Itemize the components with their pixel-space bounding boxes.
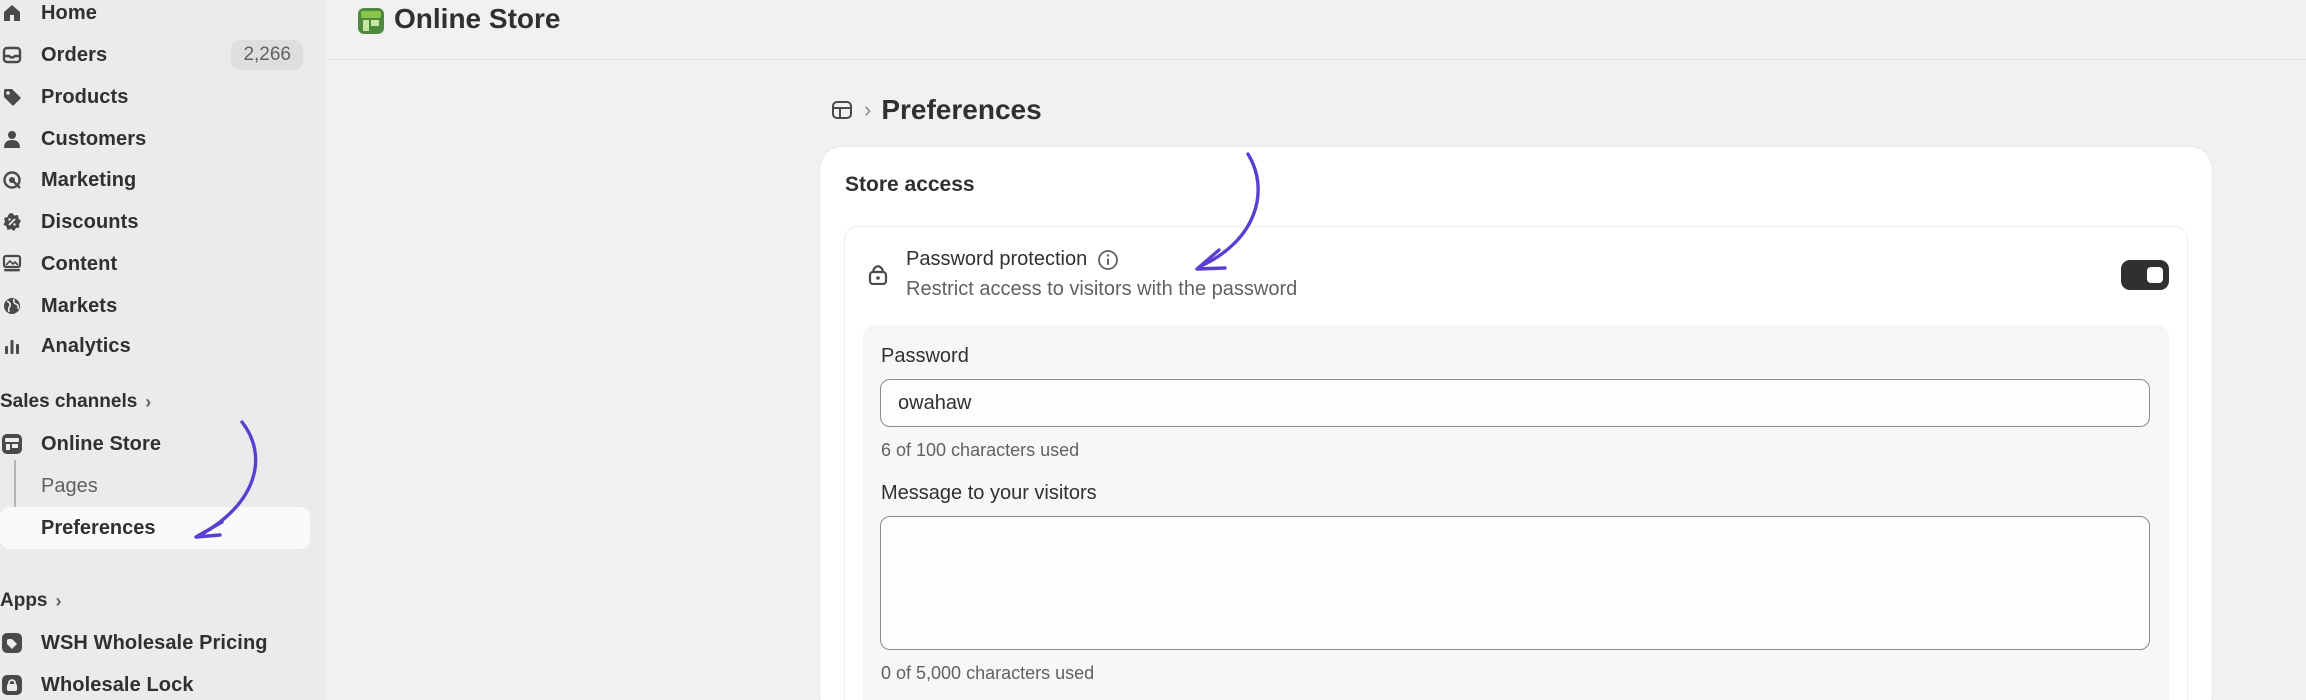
home-icon xyxy=(0,1,24,25)
bar-chart-icon xyxy=(0,334,24,358)
password-protection-title: Password protection xyxy=(906,248,1088,270)
password-input[interactable] xyxy=(880,379,2150,427)
message-textarea[interactable] xyxy=(880,516,2150,650)
app-lock-icon xyxy=(0,673,24,697)
sidebar-item-label: Orders xyxy=(41,43,108,66)
sidebar: Home Orders 2,266 Products Customers Mar… xyxy=(0,0,326,700)
apps-heading[interactable]: Apps › xyxy=(0,586,62,616)
sidebar-item-markets[interactable]: Markets xyxy=(0,286,310,326)
chevron-right-icon: › xyxy=(55,590,62,611)
sidebar-item-marketing[interactable]: Marketing xyxy=(0,160,310,200)
sidebar-item-orders[interactable]: Orders 2,266 xyxy=(0,35,310,75)
sales-channels-heading[interactable]: Sales channels › xyxy=(0,387,151,417)
password-char-count: 6 of 100 characters used xyxy=(881,440,1080,460)
storefront-icon xyxy=(0,432,24,456)
sidebar-item-label: Wholesale Lock xyxy=(41,673,194,696)
person-icon xyxy=(0,127,24,151)
tag-icon xyxy=(0,85,24,109)
sidebar-item-label: Content xyxy=(41,252,118,275)
sidebar-item-customers[interactable]: Customers xyxy=(0,119,310,159)
sidebar-item-label: WSH Wholesale Pricing xyxy=(41,631,268,654)
sidebar-item-label: Pages xyxy=(41,474,98,497)
app-tag-icon xyxy=(0,631,24,655)
app-window: Home Orders 2,266 Products Customers Mar… xyxy=(0,0,2306,700)
chevron-right-icon: › xyxy=(145,391,152,412)
password-protection-panel: Password protection Restrict access to v… xyxy=(844,226,2188,700)
target-icon xyxy=(0,168,24,192)
store-layout-icon[interactable] xyxy=(830,98,854,122)
card-title: Store access xyxy=(845,173,975,196)
sidebar-item-label: Home xyxy=(41,1,97,24)
sidebar-item-label: Preferences xyxy=(41,516,156,539)
message-label: Message to your visitors xyxy=(881,482,1097,504)
message-char-count: 0 of 5,000 characters used xyxy=(881,663,1095,683)
password-label: Password xyxy=(881,345,969,367)
sidebar-item-discounts[interactable]: Discounts xyxy=(0,202,310,242)
orders-count-badge: 2,266 xyxy=(231,40,303,70)
apps-label: Apps xyxy=(0,590,48,611)
sidebar-item-label: Online Store xyxy=(41,432,162,455)
sales-channels-label: Sales channels xyxy=(0,391,138,412)
sidebar-item-label: Marketing xyxy=(41,168,137,191)
content-icon xyxy=(0,252,24,276)
sidebar-item-products[interactable]: Products xyxy=(0,77,310,117)
sidebar-item-label: Markets xyxy=(41,294,118,317)
password-protection-toggle[interactable] xyxy=(2121,260,2169,290)
discount-icon xyxy=(0,210,24,234)
sidebar-item-analytics[interactable]: Analytics xyxy=(0,326,310,366)
sidebar-item-pages[interactable]: Pages xyxy=(0,465,310,507)
sidebar-item-label: Analytics xyxy=(41,334,131,357)
password-protection-title-row: Password protection xyxy=(906,248,1119,271)
sidebar-item-label: Customers xyxy=(41,127,147,150)
lock-icon xyxy=(867,263,889,286)
info-icon[interactable] xyxy=(1097,249,1119,271)
breadcrumb-separator-icon: › xyxy=(864,97,872,122)
inbox-icon xyxy=(0,43,24,67)
sidebar-item-preferences[interactable]: Preferences xyxy=(0,507,310,549)
breadcrumb: › Preferences xyxy=(830,90,1042,130)
globe-icon xyxy=(0,294,24,318)
sidebar-item-label: Discounts xyxy=(41,210,139,233)
sidebar-item-online-store[interactable]: Online Store xyxy=(0,424,310,464)
page-title: Online Store xyxy=(394,3,561,34)
store-access-card: Store access Password protection Restric… xyxy=(820,147,2212,700)
password-protection-description: Restrict access to visitors with the pas… xyxy=(906,278,1298,300)
password-settings-form: Password 6 of 100 characters used Messag… xyxy=(863,325,2169,700)
sidebar-item-wsh-wholesale-pricing[interactable]: WSH Wholesale Pricing xyxy=(0,623,310,663)
sidebar-item-home[interactable]: Home xyxy=(0,0,310,33)
breadcrumb-title: Preferences xyxy=(881,94,1042,125)
sidebar-item-wholesale-lock[interactable]: Wholesale Lock xyxy=(0,665,310,700)
sidebar-item-content[interactable]: Content xyxy=(0,244,310,284)
online-store-icon xyxy=(356,6,386,36)
page-header: Online Store xyxy=(326,0,2306,60)
sidebar-item-label: Products xyxy=(41,85,129,108)
